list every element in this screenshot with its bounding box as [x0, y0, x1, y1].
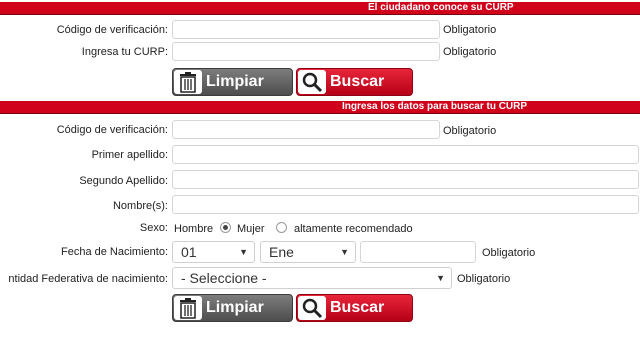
curp-label: Ingresa tu CURP:	[81, 46, 168, 58]
first-surname-input[interactable]	[172, 145, 639, 164]
chevron-down-icon: ▼	[239, 247, 248, 257]
trash-icon	[174, 296, 202, 320]
required-note: Obligatorio	[457, 273, 511, 285]
required-note: Obligatorio	[443, 24, 497, 36]
birth-day-value: 01	[181, 244, 197, 260]
required-note: Obligatorio	[443, 125, 497, 137]
birth-state-label: ntidad Federativa de nacimiento:	[8, 273, 168, 285]
search-icon	[298, 70, 326, 94]
birth-year-input[interactable]	[360, 241, 476, 263]
first-surname-label: Primer apellido:	[91, 149, 168, 161]
section-header-search-data: Ingresa los datos para buscar tu CURP	[0, 101, 640, 114]
birth-month-select[interactable]: Ene ▼	[260, 241, 356, 263]
verification-code-label: Código de verificación:	[56, 24, 168, 36]
chevron-down-icon: ▼	[436, 273, 445, 283]
birth-state-select[interactable]: - Seleccione - ▼	[172, 267, 452, 289]
search-button-label: Buscar	[330, 73, 385, 90]
sex-recommended-note: altamente recomendado	[294, 223, 413, 235]
clear-button[interactable]: Limpiar	[172, 294, 293, 322]
clear-button[interactable]: Limpiar	[172, 68, 293, 96]
clear-button-label: Limpiar	[206, 73, 264, 90]
second-surname-label: Segundo Apellido:	[79, 175, 168, 187]
search-button-label: Buscar	[330, 299, 385, 316]
search-button[interactable]: Buscar	[296, 294, 413, 322]
verification-code-label: Código de verificación:	[56, 124, 168, 136]
search-icon	[298, 296, 326, 320]
trash-icon	[174, 70, 202, 94]
sex-option-male-label: Hombre	[174, 223, 214, 235]
sex-label: Sexo:	[139, 222, 168, 234]
curp-input[interactable]	[172, 42, 440, 61]
birthdate-label: Fecha de Nacimiento:	[61, 246, 168, 258]
sex-option-female-radio[interactable]	[276, 222, 287, 233]
verification-code-input[interactable]	[172, 120, 440, 139]
chevron-down-icon: ▼	[340, 247, 349, 257]
sex-option-male-radio[interactable]	[220, 222, 231, 233]
required-note: Obligatorio	[482, 247, 536, 259]
verification-code-input[interactable]	[172, 20, 440, 39]
sex-option-female-label: Mujer	[237, 223, 265, 235]
required-note: Obligatorio	[443, 46, 497, 58]
names-label: Nombre(s):	[112, 200, 168, 212]
section-header-known-curp: El ciudadano conoce su CURP	[0, 2, 640, 15]
clear-button-label: Limpiar	[206, 299, 264, 316]
birth-day-select[interactable]: 01 ▼	[172, 241, 255, 263]
names-input[interactable]	[172, 195, 639, 214]
search-button[interactable]: Buscar	[296, 68, 413, 96]
birth-state-value: - Seleccione -	[181, 270, 267, 286]
second-surname-input[interactable]	[172, 170, 639, 189]
birth-month-value: Ene	[269, 244, 294, 260]
section-title: Ingresa los datos para buscar tu CURP	[342, 101, 528, 112]
section-title: El ciudadano conoce su CURP	[368, 2, 514, 13]
